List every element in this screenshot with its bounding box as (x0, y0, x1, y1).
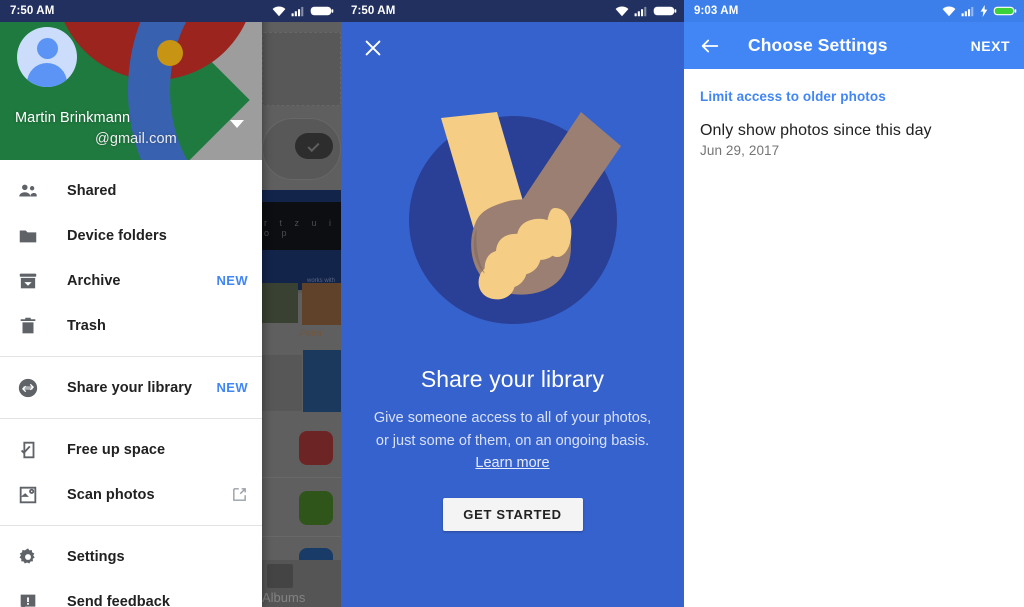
drawer-menu: Shared Device folders Archive NEW Trash … (0, 160, 262, 607)
arrow-back-icon[interactable] (697, 33, 723, 59)
status-bar-time: 7:50 AM (10, 5, 55, 17)
battery-icon (993, 5, 1017, 17)
next-button[interactable]: NEXT (971, 38, 1010, 54)
gear-icon (15, 544, 41, 570)
get-started-button[interactable]: GET STARTED (442, 498, 583, 531)
menu-item-send-feedback[interactable]: Send feedback (0, 579, 262, 607)
status-bar-right: 9:03 AM (684, 0, 1024, 22)
menu-label: Device folders (67, 227, 167, 244)
page-title: Choose Settings (748, 35, 888, 55)
avatar[interactable] (17, 27, 77, 87)
panel-choose-settings: Choose Settings NEXT Limit access to old… (684, 0, 1024, 607)
status-bar-middle: 7:50 AM (341, 0, 684, 22)
promo-description-line-1: Give someone access to all of your photo… (373, 410, 652, 426)
holding-hands-illustration (405, 112, 621, 328)
share-library-icon (15, 375, 41, 401)
menu-label: Free up space (67, 441, 166, 458)
wifi-icon (272, 5, 286, 17)
app-bar: Choose Settings NEXT (684, 22, 1024, 69)
menu-label: Settings (67, 548, 125, 565)
status-bar-icons (272, 5, 334, 17)
signal-icon (961, 5, 975, 17)
wifi-icon (942, 5, 956, 17)
status-bar-icons (942, 5, 1017, 17)
account-email: @gmail.com (95, 131, 177, 147)
menu-item-settings[interactable]: Settings (0, 534, 262, 579)
menu-label: Send feedback (67, 593, 170, 607)
status-bar-left: 7:50 AM (0, 0, 341, 22)
feedback-icon (15, 589, 41, 607)
menu-item-share-your-library[interactable]: Share your library NEW (0, 365, 262, 410)
menu-item-device-folders[interactable]: Device folders (0, 213, 262, 258)
menu-group-system: Settings Send feedback (0, 526, 262, 607)
status-bar-icons (615, 5, 677, 17)
promo-description: Give someone access to all of your photo… (363, 407, 662, 453)
charging-icon (980, 5, 988, 17)
header-shape-gold (157, 40, 183, 66)
menu-label: Share your library (67, 379, 193, 396)
settings-content: Limit access to older photos Only show p… (684, 69, 1024, 607)
menu-item-free-up-space[interactable]: Free up space (0, 427, 262, 472)
menu-badge: NEW (216, 380, 248, 395)
setting-value: Jun 29, 2017 (700, 143, 780, 158)
menu-group-library: Shared Device folders Archive NEW Trash (0, 160, 262, 356)
drawer-account-header[interactable]: Martin Brinkmann @gmail.com (0, 0, 262, 160)
section-header: Limit access to older photos (700, 89, 886, 104)
archive-icon (15, 268, 41, 294)
avatar-body (27, 63, 67, 87)
signal-icon (634, 5, 648, 17)
navigation-drawer: Martin Brinkmann @gmail.com Shared Devic… (0, 0, 262, 607)
status-bar-time: 9:03 AM (694, 5, 739, 17)
menu-group-tools: Free up space Scan photos (0, 419, 262, 525)
menu-badge: NEW (216, 273, 248, 288)
screenshot-root: phone call der when 's a birthday on Goo… (0, 0, 1024, 607)
menu-label: Trash (67, 317, 106, 334)
chevron-down-icon[interactable] (230, 120, 244, 128)
trash-icon (15, 313, 41, 339)
menu-item-shared[interactable]: Shared (0, 168, 262, 213)
menu-label: Archive (67, 272, 121, 289)
menu-label: Shared (67, 182, 117, 199)
signal-icon (291, 5, 305, 17)
settings-screen: Choose Settings NEXT Limit access to old… (684, 0, 1024, 607)
people-icon (15, 178, 41, 204)
close-icon[interactable] (360, 35, 386, 61)
promo-title: Share your library (420, 366, 605, 392)
menu-item-trash[interactable]: Trash (0, 303, 262, 348)
menu-group-sharing: Share your library NEW (0, 357, 262, 418)
menu-item-archive[interactable]: Archive NEW (0, 258, 262, 303)
folder-icon (15, 223, 41, 249)
battery-icon (310, 5, 334, 17)
setting-title: Only show photos since this day (700, 122, 932, 139)
wifi-icon (615, 5, 629, 17)
avatar-head (36, 38, 58, 59)
promo-screen: Share your library Give someone access t… (341, 0, 684, 607)
learn-more-link[interactable]: Learn more (341, 455, 684, 471)
panel-navigation-drawer: phone call der when 's a birthday on Goo… (0, 0, 341, 607)
free-up-space-icon (15, 437, 41, 463)
promo-description-line-2: or just some of them, on an ongoing basi… (375, 433, 650, 449)
setting-row-since-date[interactable]: Only show photos since this day Jun 29, … (684, 104, 1024, 158)
panel-share-library-promo: Share your library Give someone access t… (341, 0, 684, 607)
scan-photos-icon (15, 482, 41, 508)
status-bar-time: 7:50 AM (351, 5, 396, 17)
account-name: Martin Brinkmann (15, 110, 131, 126)
menu-item-scan-photos[interactable]: Scan photos (0, 472, 262, 517)
menu-label: Scan photos (67, 486, 155, 503)
open-in-new-icon[interactable] (231, 486, 248, 503)
battery-icon (653, 5, 677, 17)
